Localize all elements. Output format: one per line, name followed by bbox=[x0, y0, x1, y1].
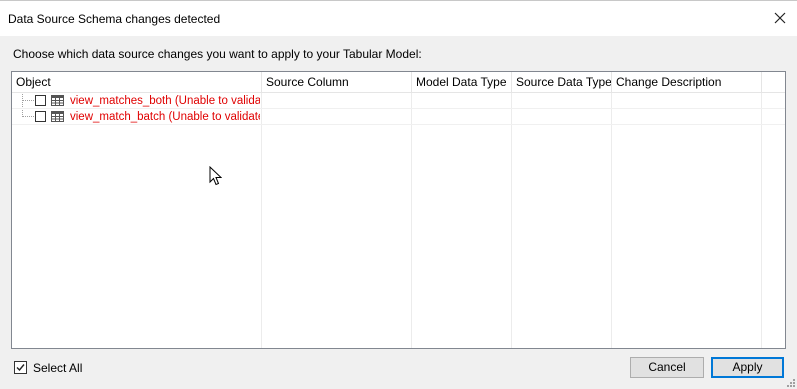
column-header-source-column[interactable]: Source Column bbox=[262, 72, 412, 92]
row-object-name: view_matches_both (Unable to validate bbox=[70, 95, 260, 107]
mouse-pointer-icon bbox=[209, 166, 222, 186]
dialog-title: Data Source Schema changes detected bbox=[8, 12, 221, 26]
schema-changes-grid[interactable]: Object Source Column Model Data Type Sou… bbox=[11, 71, 786, 349]
apply-button[interactable]: Apply bbox=[711, 357, 784, 378]
table-icon bbox=[51, 95, 64, 106]
close-icon bbox=[774, 12, 786, 24]
title-bar: Data Source Schema changes detected bbox=[0, 0, 797, 36]
resize-grip-icon[interactable] bbox=[786, 378, 796, 388]
tree-connector bbox=[22, 116, 34, 117]
grid-header: Object Source Column Model Data Type Sou… bbox=[12, 72, 785, 93]
select-all-checkbox[interactable] bbox=[14, 361, 27, 374]
column-divider bbox=[611, 93, 612, 348]
column-header-object[interactable]: Object bbox=[12, 72, 262, 92]
row-checkbox[interactable] bbox=[35, 95, 46, 106]
column-header-model-data-type[interactable]: Model Data Type bbox=[412, 72, 512, 92]
column-divider bbox=[411, 93, 412, 348]
column-divider bbox=[261, 93, 262, 348]
table-row[interactable]: view_matches_both (Unable to validate bbox=[12, 93, 785, 109]
table-icon bbox=[51, 111, 64, 122]
select-all-label[interactable]: Select All bbox=[33, 361, 82, 375]
table-row[interactable]: view_match_batch (Unable to validate s bbox=[12, 109, 785, 125]
cancel-button[interactable]: Cancel bbox=[630, 357, 704, 378]
tree-connector bbox=[22, 100, 34, 101]
instruction-text: Choose which data source changes you wan… bbox=[13, 47, 422, 61]
row-object-name: view_match_batch (Unable to validate s bbox=[70, 111, 260, 123]
checkmark-icon bbox=[16, 364, 25, 372]
column-divider bbox=[761, 93, 762, 348]
column-header-change-description[interactable]: Change Description bbox=[612, 72, 762, 92]
column-header-source-data-type[interactable]: Source Data Type bbox=[512, 72, 612, 92]
row-checkbox[interactable] bbox=[35, 111, 46, 122]
column-divider bbox=[511, 93, 512, 348]
close-button[interactable] bbox=[769, 7, 791, 29]
